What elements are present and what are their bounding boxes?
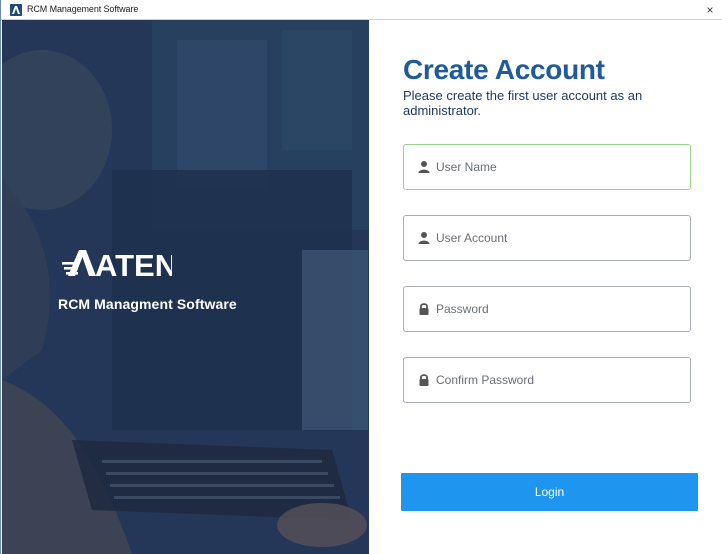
aten-logo-icon: ATEN bbox=[62, 248, 177, 283]
title-bar: RCM Management Software × bbox=[1, 0, 722, 20]
product-name: RCM Managment Software bbox=[58, 296, 237, 312]
password-placeholder: Password bbox=[436, 302, 489, 316]
page-title: Create Account bbox=[403, 54, 605, 85]
brand-logo-text: ATEN bbox=[95, 248, 172, 278]
page-subtitle: Please create the first user account as … bbox=[403, 88, 643, 118]
user-name-placeholder: User Name bbox=[436, 160, 497, 174]
hero-background-image bbox=[2, 20, 369, 554]
window-title: RCM Management Software bbox=[27, 4, 139, 14]
confirm-password-field[interactable]: Confirm Password bbox=[403, 357, 691, 403]
lock-icon bbox=[419, 374, 429, 386]
app-window: RCM Management Software × ATEN RCM Manag… bbox=[0, 0, 722, 554]
app-logo-icon bbox=[10, 4, 22, 16]
create-account-form: Create Account Please create the first u… bbox=[369, 20, 722, 554]
brand-logo: ATEN bbox=[62, 248, 177, 283]
lock-icon bbox=[419, 303, 429, 315]
hero-image-panel: ATEN RCM Managment Software bbox=[2, 20, 369, 554]
confirm-password-placeholder: Confirm Password bbox=[436, 373, 535, 387]
user-account-placeholder: User Account bbox=[436, 231, 508, 245]
password-field[interactable]: Password bbox=[403, 286, 691, 332]
user-icon bbox=[418, 232, 430, 244]
login-button[interactable]: Login bbox=[401, 473, 698, 511]
user-name-field[interactable]: User Name bbox=[403, 144, 691, 190]
user-icon bbox=[418, 161, 430, 173]
close-button[interactable]: × bbox=[703, 2, 717, 18]
user-account-field[interactable]: User Account bbox=[403, 215, 691, 261]
